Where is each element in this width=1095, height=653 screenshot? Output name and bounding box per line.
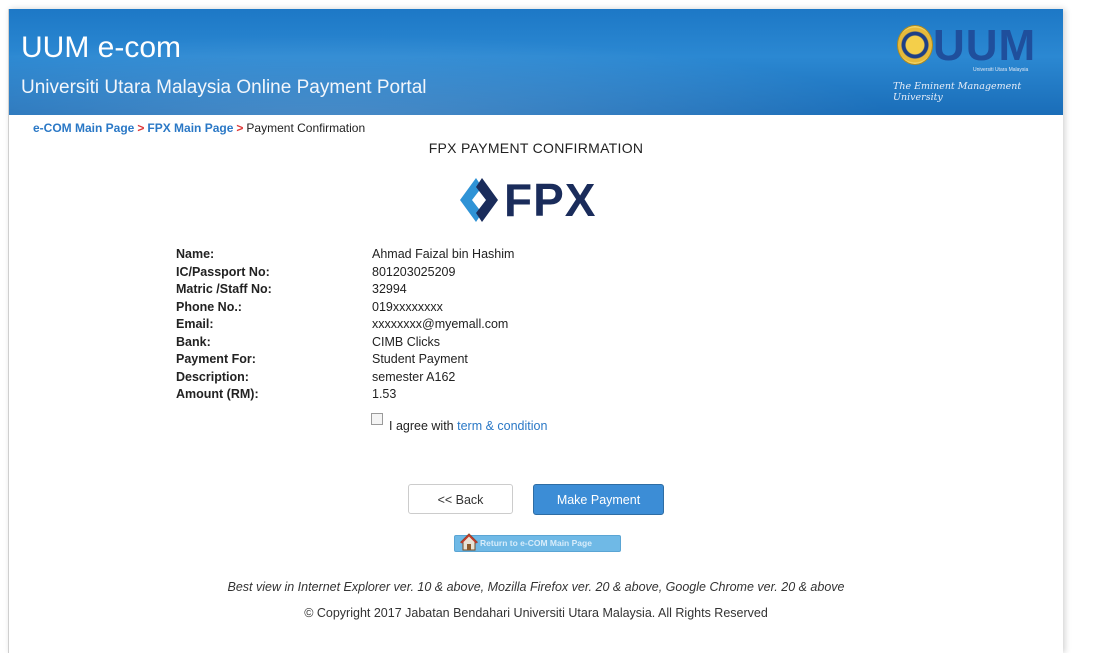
logo-small-text: Universiti Utara Malaysia [973, 67, 1029, 73]
agree-checkbox[interactable] [371, 413, 383, 425]
detail-label: IC/Passport No: [176, 264, 270, 279]
detail-value: xxxxxxxx@myemall.com [372, 317, 509, 331]
detail-label: Description: [176, 369, 249, 384]
detail-label: Amount (RM): [176, 387, 259, 401]
detail-value: 1.53 [372, 387, 397, 401]
detail-value: semester A162 [372, 369, 456, 384]
detail-value: Student Payment [372, 352, 468, 366]
home-icon [460, 533, 478, 551]
detail-label: Phone No.: [176, 299, 242, 314]
return-button-label: Return to e-COM Main Page [480, 538, 592, 548]
site-title: UUM e-com [21, 31, 182, 64]
uum-logo[interactable]: UUM Universiti Utara Malaysia The Eminen… [887, 21, 1037, 103]
back-button[interactable]: << Back [408, 484, 513, 514]
page-frame: UUM e-com Universiti Utara Malaysia Onli… [8, 9, 1063, 653]
detail-value: 801203025209 [372, 264, 456, 279]
logo-tagline: The Eminent Management University [893, 81, 1022, 103]
terms-agreement: I agree with term & condition [371, 413, 547, 433]
browser-notice: Best view in Internet Explorer ver. 10 &… [227, 580, 845, 594]
header-banner: UUM e-com Universiti Utara Malaysia Onli… [9, 9, 1063, 115]
detail-label: Name: [176, 247, 215, 261]
breadcrumb: e-COM Main Page > FPX Main Page > Payment Co… [33, 121, 365, 135]
detail-label: Matric /Staff No: [176, 282, 272, 296]
agree-text: I agree with [389, 419, 454, 433]
terms-link[interactable]: term & condition [457, 419, 547, 433]
return-main-page-button[interactable]: Return to e-COM Main Page [454, 533, 621, 552]
page-title: FPX PAYMENT CONFIRMATION [428, 140, 644, 156]
fpx-logo: FPX [456, 174, 616, 227]
breadcrumb-fpx-main[interactable]: FPX Main Page [147, 121, 233, 135]
uum-crest-icon [897, 25, 933, 65]
logo-letters: UUM [933, 21, 1037, 70]
detail-label: Email: [176, 317, 214, 331]
fpx-chevrons-icon [460, 178, 498, 222]
detail-value: 32994 [372, 282, 407, 296]
fpx-logo-text: FPX [504, 174, 597, 226]
detail-value: CIMB Clicks [372, 334, 441, 349]
breadcrumb-current: Payment Confirmation [246, 121, 366, 135]
site-subtitle: Universiti Utara Malaysia Online Payment… [21, 77, 427, 98]
breadcrumb-ecom-main[interactable]: e-COM Main Page [33, 121, 134, 135]
make-payment-button[interactable]: Make Payment [533, 484, 664, 515]
detail-value: 019xxxxxxxx [372, 299, 443, 314]
detail-label: Payment For: [176, 352, 256, 366]
detail-label: Bank: [176, 334, 211, 349]
breadcrumb-separator: > [236, 121, 244, 135]
detail-value: Ahmad Faizal bin Hashim [372, 247, 515, 261]
copyright: © Copyright 2017 Jabatan Bendahari Unive… [304, 606, 768, 620]
breadcrumb-separator: > [137, 121, 145, 135]
